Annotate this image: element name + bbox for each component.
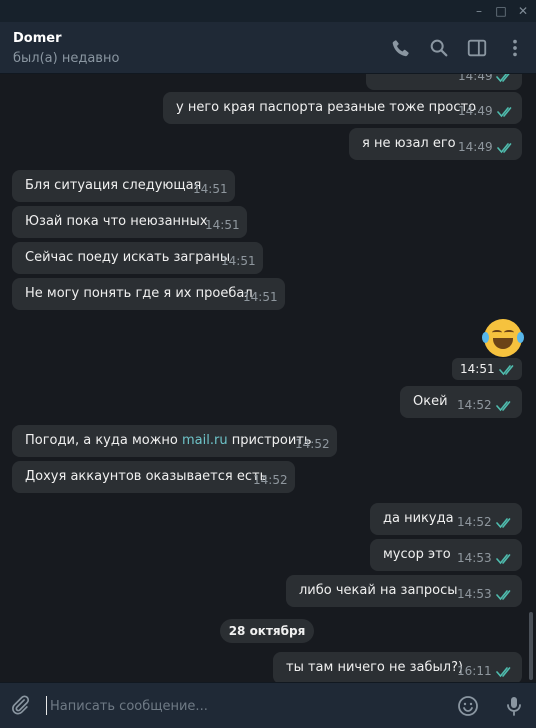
sidebar-toggle-icon[interactable] bbox=[466, 37, 488, 59]
laughing-crying-emoji[interactable] bbox=[482, 319, 524, 357]
double-check-icon bbox=[496, 590, 511, 601]
minimize-button[interactable]: – bbox=[470, 2, 488, 20]
message-bubble-incoming[interactable]: Погоди, а куда можно mail.ru пристроить … bbox=[12, 425, 337, 457]
double-check-icon bbox=[496, 518, 511, 529]
message-time: 14:49 bbox=[458, 104, 493, 118]
phone-icon[interactable] bbox=[390, 37, 412, 59]
text-caret bbox=[46, 696, 47, 715]
message-time: 14:51 bbox=[193, 182, 228, 196]
close-window-button[interactable]: ✕ bbox=[514, 2, 532, 20]
message-time: 14:49 bbox=[458, 140, 493, 154]
search-icon[interactable] bbox=[428, 37, 450, 59]
message-time: 14:51 bbox=[205, 218, 240, 232]
double-check-icon bbox=[497, 143, 512, 154]
chat-status: был(а) недавно bbox=[13, 51, 120, 66]
message-bubble-incoming[interactable]: Сейчас поеду искать заграны 14:51 bbox=[12, 242, 263, 274]
message-bubble-outgoing[interactable]: у него края паспорта резаные тоже просто… bbox=[163, 92, 522, 124]
message-bubble-incoming[interactable]: Не могу понять где я их проебал 14:51 bbox=[12, 278, 285, 310]
double-check-icon bbox=[496, 401, 511, 412]
message-text: Не могу понять где я их проебал bbox=[25, 286, 253, 301]
message-time: 14:52 bbox=[457, 398, 492, 412]
message-text: Бля ситуация следующая bbox=[25, 178, 202, 193]
message-time: 14:52 bbox=[295, 437, 330, 451]
microphone-icon[interactable] bbox=[502, 694, 526, 718]
chat-header: Domer был(а) недавно bbox=[0, 22, 536, 74]
message-bubble-outgoing[interactable]: мусор это 14:53 bbox=[370, 539, 522, 571]
message-composer bbox=[0, 682, 536, 728]
message-bubble-incoming[interactable]: Юзай пока что неюзанных 14:51 bbox=[12, 206, 247, 238]
double-check-icon bbox=[496, 74, 510, 83]
message-text: Погоди, а куда можно mail.ru пристроить bbox=[25, 433, 312, 448]
chat-title[interactable]: Domer bbox=[13, 31, 62, 46]
message-time: 14:49 bbox=[458, 74, 493, 83]
message-bubble-outgoing[interactable]: да никуда 14:52 bbox=[370, 503, 522, 535]
more-vertical-icon[interactable] bbox=[504, 37, 526, 59]
message-bubble-incoming[interactable]: Бля ситуация следующая 14:51 bbox=[12, 170, 235, 202]
message-bubble-outgoing[interactable]: либо чекай на запросы 14:53 bbox=[286, 575, 522, 607]
message-list[interactable]: 14:49 у него края паспорта резаные тоже … bbox=[0, 74, 536, 682]
message-bubble-outgoing[interactable]: Окей 14:52 bbox=[400, 386, 522, 418]
message-text: Окей bbox=[413, 394, 448, 409]
message-text: Дохуя аккаунтов оказывается есть bbox=[25, 469, 268, 484]
message-time: 14:51 bbox=[243, 290, 278, 304]
double-check-icon bbox=[496, 667, 511, 678]
message-link[interactable]: mail.ru bbox=[182, 433, 228, 448]
message-text: Юзай пока что неюзанных bbox=[25, 214, 208, 229]
message-text: ты там ничего не забыл?) bbox=[286, 660, 464, 675]
message-time: 16:11 bbox=[457, 664, 492, 678]
message-text: да никуда bbox=[383, 511, 454, 526]
smile-icon[interactable] bbox=[456, 694, 480, 718]
message-bubble-outgoing[interactable]: я не юзал его 14:49 bbox=[349, 128, 522, 160]
message-bubble-incoming[interactable]: Дохуя аккаунтов оказывается есть 14:52 bbox=[12, 461, 295, 493]
message-text: Сейчас поеду искать заграны bbox=[25, 250, 231, 265]
message-time: 14:51 bbox=[221, 254, 256, 268]
message-time: 14:53 bbox=[457, 551, 492, 565]
message-text: у него края паспорта резаные тоже просто bbox=[176, 100, 477, 115]
message-text: я не юзал его bbox=[362, 136, 456, 151]
message-text: мусор это bbox=[383, 547, 451, 562]
message-bubble-outgoing[interactable]: ты там ничего не забыл?) 16:11 bbox=[273, 652, 522, 682]
double-check-icon bbox=[499, 365, 514, 376]
message-time: 14:52 bbox=[253, 473, 288, 487]
double-check-icon bbox=[496, 554, 511, 565]
paperclip-icon[interactable] bbox=[9, 694, 31, 716]
maximize-button[interactable]: □ bbox=[492, 2, 510, 20]
sticker-time-badge: 14:51 bbox=[452, 358, 522, 380]
scrollbar-thumb[interactable] bbox=[529, 612, 533, 680]
message-text: либо чекай на запросы bbox=[299, 583, 458, 598]
message-time: 14:52 bbox=[457, 515, 492, 529]
message-time: 14:51 bbox=[460, 362, 495, 376]
window-titlebar: – □ ✕ bbox=[0, 0, 536, 22]
message-time: 14:53 bbox=[457, 587, 492, 601]
double-check-icon bbox=[497, 107, 512, 118]
date-separator: 28 октября bbox=[220, 619, 314, 643]
message-bubble-partial[interactable]: 14:49 bbox=[366, 74, 522, 90]
message-input[interactable] bbox=[50, 694, 430, 718]
